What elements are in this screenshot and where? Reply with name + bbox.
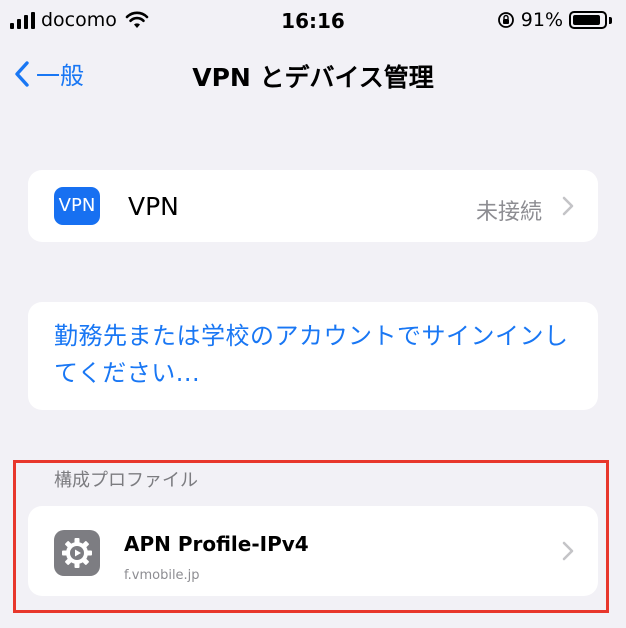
status-right: 91% (497, 9, 612, 31)
battery-fill (573, 15, 600, 25)
vpn-status: 未接続 (475, 200, 542, 225)
vpn-row[interactable]: VPN VPN 未接続 (28, 170, 598, 242)
status-bar: docomo 16:16 91% (0, 0, 626, 42)
work-school-signin-row[interactable]: 勤務先または学校のアカウントでサインインしてください... (28, 302, 598, 410)
battery-icon (569, 11, 607, 29)
battery-tip (609, 16, 612, 24)
vpn-label: VPN (128, 192, 179, 221)
signin-link[interactable]: 勤務先または学校のアカウントでサインインしてください... (54, 318, 584, 392)
chevron-right-icon (562, 196, 574, 216)
vpn-icon: VPN (54, 187, 100, 225)
page-title: VPN とデバイス管理 (192, 63, 434, 92)
orientation-lock-icon (497, 12, 514, 28)
battery-percentage: 91% (520, 9, 563, 31)
highlight-box (13, 460, 609, 613)
navigation-bar: 一般 VPN とデバイス管理 (0, 48, 626, 104)
